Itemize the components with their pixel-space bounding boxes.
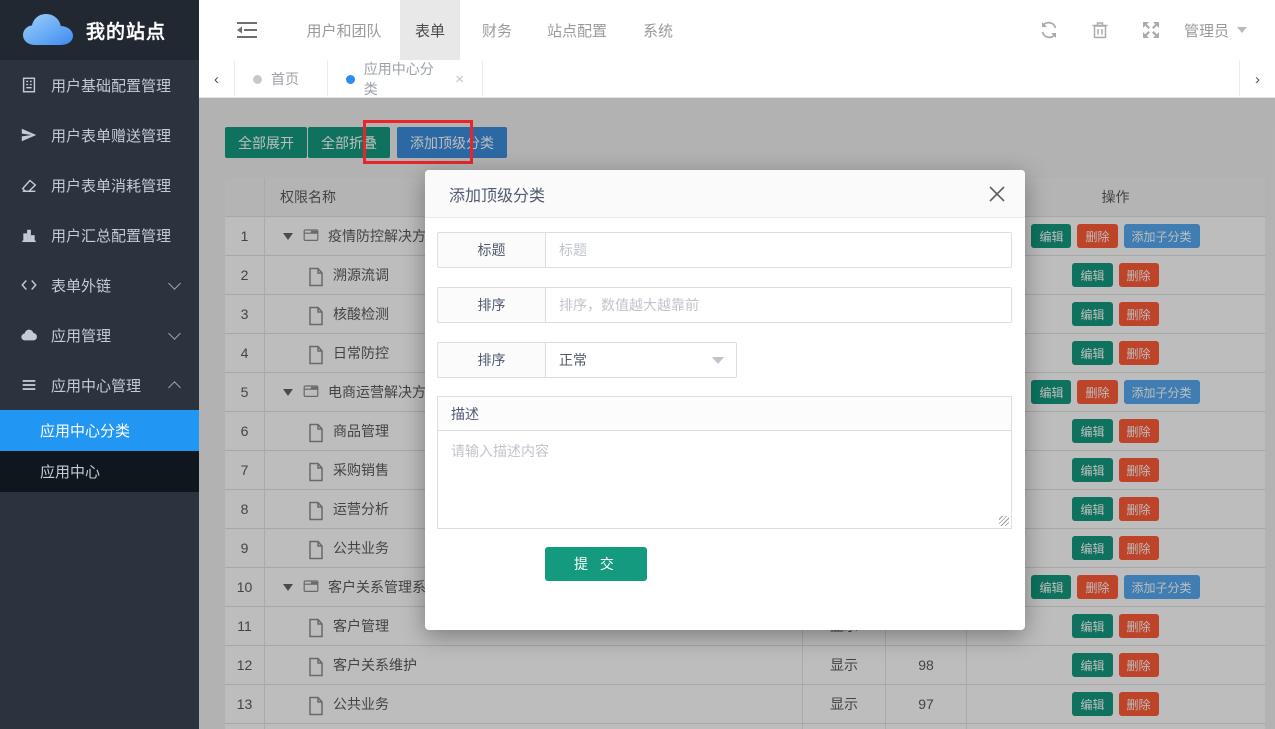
nav-item-2[interactable]: 表单 [400,0,460,60]
tab-close-icon[interactable]: × [455,71,464,88]
sidebar-item-3[interactable]: 用户表单消耗管理 [0,160,199,210]
collapse-menu-icon[interactable] [237,21,257,39]
cloud-logo-icon [22,13,74,47]
nav-item-label: 表单 [415,20,445,41]
fullscreen-icon[interactable] [1142,21,1160,39]
nav-item-label: 系统 [643,20,673,41]
title-field-label: 标题 [437,232,545,268]
status-select[interactable]: 正常 [545,342,737,378]
title-input[interactable]: 标题 [545,232,1012,268]
admin-menu[interactable]: 管理员 [1184,0,1247,60]
submenu-item-label: 应用中心分类 [40,420,130,441]
sidebar-item-label: 用户汇总配置管理 [51,225,171,246]
modal-header: 添加顶级分类 [425,170,1025,218]
select-caret-icon [712,357,724,364]
tab-label: 应用中心分类 [364,59,446,99]
tab-dot-icon [346,75,355,84]
logo: 我的站点 [0,0,199,60]
nav-item-label: 站点配置 [547,20,607,41]
cloud-icon [20,326,38,344]
nav-item-5[interactable]: 系统 [628,0,688,60]
chevron-down-icon [1237,27,1247,33]
trash-icon[interactable] [1091,21,1109,39]
nav-item-3[interactable]: 财务 [467,0,527,60]
submit-button[interactable]: 提 交 [545,547,647,581]
eraser-icon [20,176,38,194]
tabs-scroll-right-icon[interactable]: › [1239,60,1275,98]
sort-field: 排序 排序，数值越大越靠前 [437,287,1012,323]
chevron-down-icon [168,327,181,340]
modal-body: 标题 标题 排序 排序，数值越大越靠前 排序 正常 描述 请输入描述内容 提 交 [425,218,1025,581]
sidebar-item-2[interactable]: 用户表单赠送管理 [0,110,199,160]
sidebar-item-label: 用户表单赠送管理 [51,125,171,146]
resize-handle[interactable] [999,516,1009,526]
sidebar-item-4[interactable]: 用户汇总配置管理 [0,210,199,260]
sidebar-submenu: 应用中心分类应用中心 [0,410,199,492]
chevron-up-icon [168,381,181,394]
status-field-label: 排序 [437,342,545,378]
sidebar-item-6[interactable]: 应用管理 [0,310,199,360]
nav-item-label: 财务 [482,20,512,41]
sidebar-item-label: 表单外链 [51,275,111,296]
nav-item-1[interactable]: 用户和团队 [291,0,396,60]
refresh-icon[interactable] [1040,21,1058,39]
sidebar-item-label: 应用管理 [51,325,111,346]
nav-item-4[interactable]: 站点配置 [532,0,622,60]
tabbar: ‹ 首页 应用中心分类 × › [199,60,1275,98]
submenu-item-1[interactable]: 应用中心分类 [0,410,199,451]
code-icon [20,276,38,294]
sidebar-item-label: 用户基础配置管理 [51,75,171,96]
annotation-highlight-box [363,120,473,164]
status-field: 排序 正常 [437,342,737,378]
sidebar-item-7[interactable]: 应用中心管理 [0,360,199,410]
description-placeholder: 请输入描述内容 [451,443,549,459]
topbar: 用户和团队 表单 财务 站点配置 系统 管理员 [199,0,1275,60]
submenu-item-label: 应用中心 [40,461,100,482]
tab-1[interactable]: 首页 [235,60,328,98]
description-label: 描述 [437,396,1012,431]
list-icon [20,376,38,394]
status-select-value: 正常 [559,350,587,370]
send-icon [20,126,38,144]
sidebar-item-label: 用户表单消耗管理 [51,175,171,196]
site-name: 我的站点 [86,17,166,44]
config-grid-icon [20,76,38,94]
sort-field-label: 排序 [437,287,545,323]
submenu-item-2[interactable]: 应用中心 [0,451,199,492]
chevron-down-icon [168,277,181,290]
sidebar-item-5[interactable]: 表单外链 [0,260,199,310]
title-field: 标题 标题 [437,232,1012,268]
bar-chart-icon [20,226,38,244]
modal-title: 添加顶级分类 [449,182,545,206]
tab-label: 首页 [271,69,299,89]
sidebar-item-label: 应用中心管理 [51,375,141,396]
tab-dot-icon [253,75,262,84]
tab-2[interactable]: 应用中心分类 × [328,60,483,98]
admin-label: 管理员 [1184,20,1229,41]
close-icon[interactable] [987,184,1007,204]
sidebar: 我的站点 用户基础配置管理 用户表单赠送管理 用户表单消耗管理 用户汇总配置管理… [0,0,199,729]
add-top-category-modal: 添加顶级分类 标题 标题 排序 排序，数值越大越靠前 排序 正常 描述 请输入描… [425,170,1025,630]
tabs-scroll-left-icon[interactable]: ‹ [199,60,235,98]
nav-item-label: 用户和团队 [306,20,381,41]
description-textarea[interactable]: 请输入描述内容 [437,431,1012,529]
sidebar-item-1[interactable]: 用户基础配置管理 [0,60,199,110]
sort-input[interactable]: 排序，数值越大越靠前 [545,287,1012,323]
